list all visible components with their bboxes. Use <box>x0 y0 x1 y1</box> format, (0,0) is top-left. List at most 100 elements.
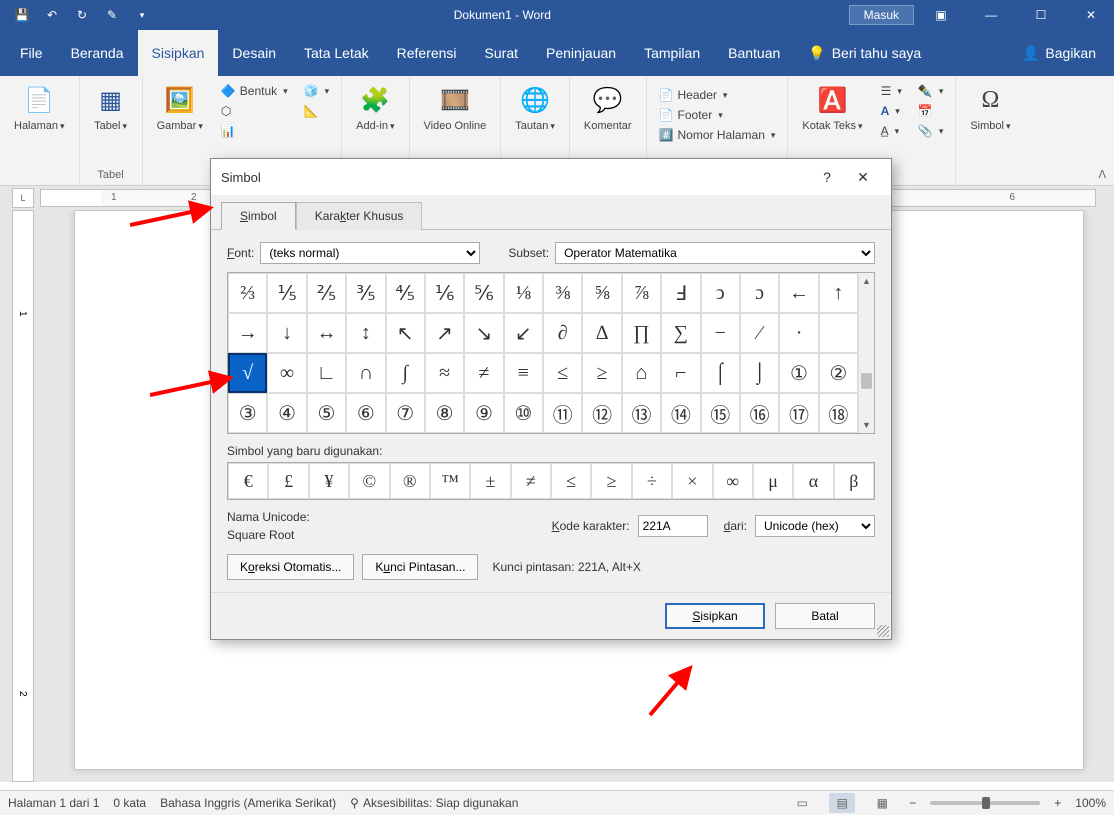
tell-me-button[interactable]: 💡 Beri tahu saya <box>794 30 935 76</box>
zoom-out-icon[interactable]: − <box>909 796 916 810</box>
symbol-cell[interactable]: ∟ <box>307 353 346 393</box>
recent-symbol-cell[interactable]: ∞ <box>713 463 753 499</box>
ruler-corner[interactable]: L <box>12 188 34 208</box>
symbol-cell[interactable]: ⑥ <box>346 393 385 433</box>
wordart-button[interactable]: A▾ <box>877 102 906 120</box>
symbol-cell[interactable]: ⑫ <box>582 393 621 433</box>
zoom-level[interactable]: 100% <box>1075 796 1106 810</box>
dialog-close-icon[interactable]: ✕ <box>845 162 881 192</box>
bentuk-button[interactable]: 🔷Bentuk▾ <box>217 82 292 100</box>
tab-simbol-dialog[interactable]: Simbol <box>221 202 296 230</box>
symbol-cell[interactable]: → <box>228 313 267 353</box>
symbol-cell[interactable]: ⌂ <box>622 353 661 393</box>
recent-symbol-cell[interactable]: € <box>228 463 268 499</box>
tab-karakter-khusus[interactable]: Karakter Khusus <box>296 202 423 230</box>
symbol-cell[interactable]: ⅛ <box>504 273 543 313</box>
symbol-cell[interactable]: ≥ <box>582 353 621 393</box>
symbol-cell[interactable]: ④ <box>267 393 306 433</box>
symbol-cell[interactable]: ≡ <box>504 353 543 393</box>
minimize-icon[interactable]: — <box>968 0 1014 30</box>
symbol-cell[interactable]: ⑰ <box>779 393 818 433</box>
halaman-button[interactable]: 📄 Halaman▾ <box>6 80 73 137</box>
symbol-cell[interactable]: ⅔ <box>228 273 267 313</box>
symbol-cell[interactable]: ∏ <box>622 313 661 353</box>
datetime-button[interactable]: 📅 <box>914 102 947 120</box>
tab-beranda[interactable]: Beranda <box>57 30 138 76</box>
kotak-teks-button[interactable]: 🅰️ Kotak Teks▾ <box>794 80 870 137</box>
symbol-cell[interactable]: − <box>701 313 740 353</box>
header-button[interactable]: 📄Header▾ <box>655 86 780 104</box>
icons-button[interactable]: ⬡ <box>217 102 292 120</box>
save-icon[interactable]: 💾 <box>8 1 36 29</box>
language-status[interactable]: Bahasa Inggris (Amerika Serikat) <box>160 796 336 810</box>
symbol-cell[interactable]: ⑧ <box>425 393 464 433</box>
qat-dropdown-icon[interactable]: ▾ <box>128 1 156 29</box>
symbol-cell[interactable]: ⅞ <box>622 273 661 313</box>
smartart-button[interactable]: 📐 <box>300 102 333 120</box>
recent-symbol-cell[interactable]: ≥ <box>591 463 631 499</box>
recent-symbol-cell[interactable]: β <box>834 463 874 499</box>
symbol-cell[interactable]: ↄ <box>701 273 740 313</box>
symbol-cell[interactable]: ⅜ <box>543 273 582 313</box>
symbol-cell[interactable]: ⅝ <box>582 273 621 313</box>
tab-surat[interactable]: Surat <box>471 30 532 76</box>
close-icon[interactable]: ✕ <box>1068 0 1114 30</box>
scroll-up-icon[interactable]: ▲ <box>859 273 874 289</box>
symbol-cell[interactable]: ↓ <box>267 313 306 353</box>
dropcap-button[interactable]: A̲▾ <box>877 122 906 140</box>
scroll-thumb[interactable] <box>861 373 872 389</box>
recent-symbol-cell[interactable]: α <box>793 463 833 499</box>
insert-button[interactable]: Sisipkan <box>665 603 765 629</box>
object-button[interactable]: 📎▾ <box>914 122 947 140</box>
print-layout-icon[interactable]: ▤ <box>829 793 855 813</box>
video-button[interactable]: 🎞️ Video Online <box>416 80 495 137</box>
sign-in-button[interactable]: Masuk <box>849 5 914 25</box>
symbol-cell[interactable]: ≈ <box>425 353 464 393</box>
web-layout-icon[interactable]: ▦ <box>869 793 895 813</box>
tab-file[interactable]: File <box>6 30 57 76</box>
gambar-button[interactable]: 🖼️ Gambar▾ <box>149 80 211 137</box>
symbol-cell[interactable]: ↖ <box>386 313 425 353</box>
ribbon-display-icon[interactable]: ▣ <box>918 0 964 30</box>
vertical-ruler[interactable]: 1 2 <box>12 210 34 782</box>
symbol-cell[interactable]: ⌠ <box>701 353 740 393</box>
symbol-cell[interactable]: ⌡ <box>740 353 779 393</box>
symbol-cell[interactable]: √ <box>228 353 267 393</box>
symbol-cell[interactable]: ∂ <box>543 313 582 353</box>
symbol-cell[interactable]: ⑬ <box>622 393 661 433</box>
recent-symbol-cell[interactable]: ≤ <box>551 463 591 499</box>
tab-bantuan[interactable]: Bantuan <box>714 30 794 76</box>
word-count[interactable]: 0 kata <box>113 796 146 810</box>
tab-peninjauan[interactable]: Peninjauan <box>532 30 630 76</box>
undo-icon[interactable]: ↶ <box>38 1 66 29</box>
quickparts-button[interactable]: ☰▾ <box>877 82 906 100</box>
symbol-cell[interactable]: ɔ <box>740 273 779 313</box>
symbol-cell[interactable]: ↘ <box>464 313 503 353</box>
symbol-cell[interactable]: ∙ <box>779 313 818 353</box>
symbol-cell[interactable]: ① <box>779 353 818 393</box>
symbol-cell[interactable]: ⑮ <box>701 393 740 433</box>
read-mode-icon[interactable]: ▭ <box>789 793 815 813</box>
symbol-cell[interactable]: ⅖ <box>307 273 346 313</box>
recent-symbol-cell[interactable]: ÷ <box>632 463 672 499</box>
recent-symbol-cell[interactable]: ≠ <box>511 463 551 499</box>
recent-symbol-cell[interactable]: × <box>672 463 712 499</box>
collapse-ribbon-icon[interactable]: ᐱ <box>1098 168 1106 181</box>
symbol-cell[interactable]: ⅙ <box>425 273 464 313</box>
symbol-cell[interactable]: ∑ <box>661 313 700 353</box>
tab-tataletak[interactable]: Tata Letak <box>290 30 383 76</box>
zoom-slider[interactable] <box>930 801 1040 805</box>
symbol-cell[interactable]: ≠ <box>464 353 503 393</box>
symbol-cell[interactable]: ∆ <box>582 313 621 353</box>
share-button[interactable]: 👤 Bagikan <box>1010 45 1108 62</box>
addin-button[interactable]: 🧩 Add-in▾ <box>348 80 402 137</box>
resize-grip[interactable] <box>877 625 889 637</box>
symbol-cell[interactable]: ③ <box>228 393 267 433</box>
symbol-cell[interactable]: ∞ <box>267 353 306 393</box>
symbol-cell[interactable]: ← <box>779 273 818 313</box>
maximize-icon[interactable]: ☐ <box>1018 0 1064 30</box>
subset-select[interactable]: Operator Matematika <box>555 242 875 264</box>
page-count[interactable]: Halaman 1 dari 1 <box>8 796 99 810</box>
3d-button[interactable]: 🧊▾ <box>300 82 333 100</box>
recent-symbol-cell[interactable]: © <box>349 463 389 499</box>
